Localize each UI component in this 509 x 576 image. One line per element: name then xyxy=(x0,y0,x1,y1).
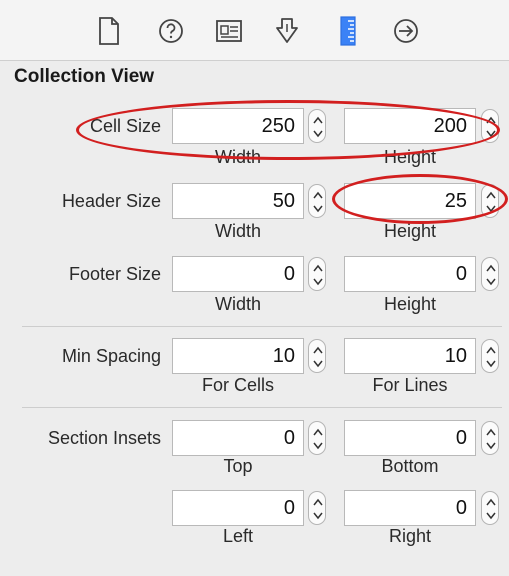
cell-width-field[interactable]: 250 xyxy=(172,108,304,144)
inspector-toolbar xyxy=(0,0,509,61)
cell-width-sublabel: Width xyxy=(214,147,261,167)
inset-left-sublabel: Left xyxy=(222,526,254,546)
header-height-sublabel: Height xyxy=(383,221,437,241)
header-width-field[interactable]: 50 xyxy=(172,183,304,219)
header-width-sublabel: Width xyxy=(214,221,261,241)
inset-right-stepper[interactable] xyxy=(481,491,499,525)
footer-width-stepper[interactable] xyxy=(308,257,326,291)
size-icon[interactable] xyxy=(331,14,365,48)
min-spacing-label: Min Spacing xyxy=(61,346,161,366)
spacing-lines-field[interactable]: 10 xyxy=(344,338,476,374)
spacing-cells-field[interactable]: 10 xyxy=(172,338,304,374)
file-icon[interactable] xyxy=(92,14,126,48)
cell-width-stepper[interactable] xyxy=(308,109,326,143)
section-title: Collection View xyxy=(14,66,155,87)
header-height-field[interactable]: 25 xyxy=(344,183,476,219)
inset-bottom-field[interactable]: 0 xyxy=(344,420,476,456)
header-size-label: Header Size xyxy=(61,191,161,211)
inset-top-sublabel: Top xyxy=(223,456,253,476)
inset-right-field[interactable]: 0 xyxy=(344,490,476,526)
footer-size-label: Footer Size xyxy=(68,264,161,284)
spacing-lines-sublabel: For Lines xyxy=(372,375,448,395)
footer-width-sublabel: Width xyxy=(214,294,261,314)
help-icon[interactable] xyxy=(154,14,188,48)
footer-width-field[interactable]: 0 xyxy=(172,256,304,292)
inset-left-field[interactable]: 0 xyxy=(172,490,304,526)
inset-top-stepper[interactable] xyxy=(308,421,326,455)
footer-height-stepper[interactable] xyxy=(481,257,499,291)
inset-right-sublabel: Right xyxy=(388,526,432,546)
inset-left-stepper[interactable] xyxy=(308,491,326,525)
connections-icon[interactable] xyxy=(389,14,423,48)
inset-bottom-stepper[interactable] xyxy=(481,421,499,455)
footer-height-field[interactable]: 0 xyxy=(344,256,476,292)
header-width-stepper[interactable] xyxy=(308,184,326,218)
cell-height-stepper[interactable] xyxy=(481,109,499,143)
spacing-lines-stepper[interactable] xyxy=(481,339,499,373)
cell-height-field[interactable]: 200 xyxy=(344,108,476,144)
identity-icon[interactable] xyxy=(212,14,246,48)
header-height-stepper[interactable] xyxy=(481,184,499,218)
section-insets-label: Section Insets xyxy=(47,428,161,448)
inset-top-field[interactable]: 0 xyxy=(172,420,304,456)
divider xyxy=(22,326,502,327)
divider xyxy=(22,407,502,408)
attributes-icon[interactable] xyxy=(270,14,304,48)
spacing-cells-sublabel: For Cells xyxy=(201,375,274,395)
cell-size-label: Cell Size xyxy=(89,116,161,136)
footer-height-sublabel: Height xyxy=(383,294,437,314)
cell-height-sublabel: Height xyxy=(383,147,437,167)
inset-bottom-sublabel: Bottom xyxy=(381,456,439,476)
spacing-cells-stepper[interactable] xyxy=(308,339,326,373)
